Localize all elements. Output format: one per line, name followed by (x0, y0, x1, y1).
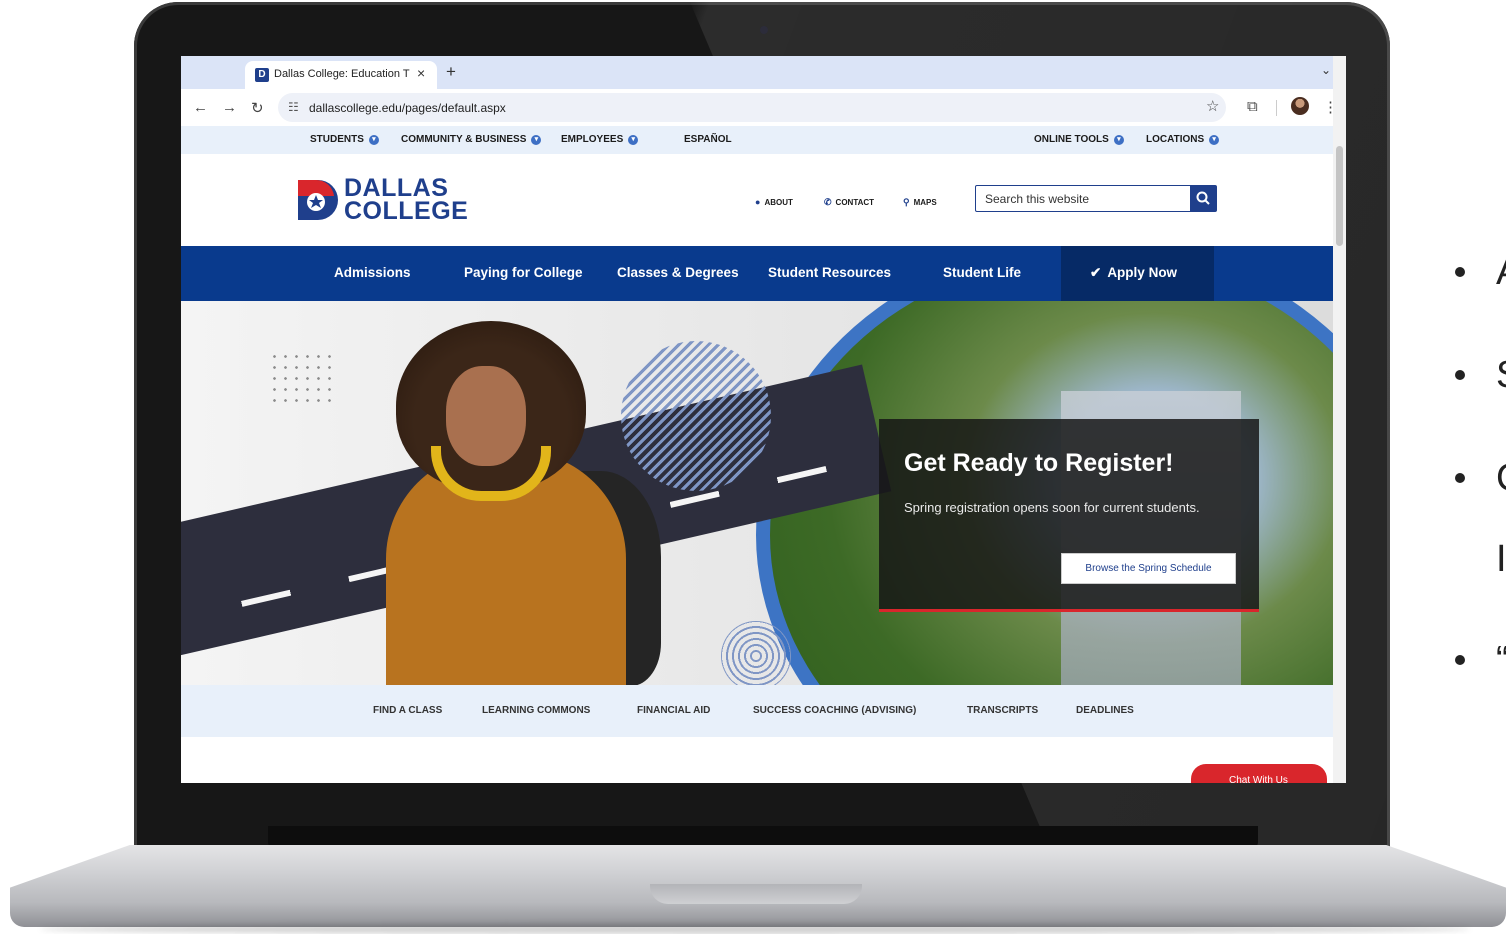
browser-tabstrip: D Dallas College: Education That Works ×… (181, 56, 1346, 89)
utility-label: EMPLOYEES (561, 134, 624, 145)
slide-bullet (1455, 655, 1465, 665)
chat-label: Chat With Us (1229, 775, 1288, 783)
info-icon: ● (755, 197, 761, 207)
apply-now-button[interactable]: ✔ Apply Now (1061, 246, 1214, 301)
laptop-notch (650, 884, 862, 904)
nav-student-resources[interactable]: Student Resources (768, 265, 891, 280)
utility-community-business[interactable]: COMMUNITY & BUSINESS ▾ (401, 134, 542, 145)
quick-link-deadlines[interactable]: DEADLINES (1076, 705, 1134, 716)
site-settings-icon[interactable]: ☷ (288, 100, 299, 114)
chevron-down-icon: ▾ (368, 135, 379, 145)
utility-espanol[interactable]: ESPAÑOL (684, 134, 732, 145)
header-link-label: ABOUT (764, 198, 793, 207)
chevron-down-icon: ▾ (1209, 135, 1220, 145)
chevron-down-icon: ▾ (628, 135, 639, 145)
chevron-down-icon: ▾ (531, 135, 542, 145)
utility-nav: STUDENTS ▾ COMMUNITY & BUSINESS ▾ EMPLOYEE… (181, 126, 1333, 154)
utility-employees[interactable]: EMPLOYEES ▾ (561, 134, 639, 145)
chat-with-us-button[interactable]: Chat With Us (1191, 764, 1327, 783)
bookmark-star-icon[interactable]: ☆ (1206, 97, 1219, 115)
utility-label: COMMUNITY & BUSINESS (401, 134, 527, 145)
utility-label: STUDENTS (310, 134, 364, 145)
apply-now-content: ✔ Apply Now (1090, 265, 1177, 281)
scrollbar-thumb[interactable] (1336, 146, 1343, 246)
dallas-college-logo-icon[interactable] (296, 178, 338, 222)
logo-wordmark[interactable]: DALLAS COLLEGE (344, 176, 469, 225)
toolbar-divider (1276, 100, 1277, 116)
quick-link-learning-commons[interactable]: LEARNING COMMONS (482, 705, 590, 716)
slide-bullet (1455, 473, 1465, 483)
utility-students[interactable]: STUDENTS ▾ (310, 134, 379, 145)
browser-toolbar: ← → ↻ ☷ dallascollege.edu/pages/default.… (181, 89, 1346, 126)
webcam (760, 26, 768, 34)
laptop-hinge (268, 826, 1258, 848)
slide-bullet (1455, 267, 1465, 277)
main-nav: Admissions Paying for College Classes & … (181, 246, 1333, 301)
laptop-shadow (40, 924, 1470, 934)
nav-student-life[interactable]: Student Life (943, 265, 1021, 280)
hero-banner: Get Ready to Register! Spring registrati… (181, 301, 1333, 685)
header-link-contact[interactable]: ✆ CONTACT (824, 197, 874, 208)
slide-bullet (1455, 370, 1465, 380)
nav-paying-for-college[interactable]: Paying for College (464, 265, 583, 280)
favicon-icon: D (255, 68, 269, 82)
utility-label: ONLINE TOOLS (1034, 134, 1109, 145)
search-input[interactable]: Search this website (975, 185, 1191, 212)
slide-bullet-text: A (1496, 253, 1506, 291)
search-button[interactable] (1190, 185, 1217, 212)
header-link-label: CONTACT (835, 198, 875, 207)
quick-link-find-a-class[interactable]: FIND A CLASS (373, 705, 442, 716)
slide-bullet-text: I (1496, 538, 1506, 580)
chevron-down-icon: ▾ (1113, 135, 1124, 145)
laptop-screen: D Dallas College: Education That Works ×… (181, 56, 1346, 783)
map-pin-icon: ⚲ (903, 197, 910, 207)
header-link-label: MAPS (913, 198, 937, 207)
phone-icon: ✆ (824, 197, 832, 207)
hero-promo-card: Get Ready to Register! Spring registrati… (879, 419, 1259, 612)
utility-label: LOCATIONS (1146, 134, 1205, 145)
dot-pattern (269, 351, 339, 407)
search-placeholder: Search this website (985, 192, 1090, 206)
url-text[interactable]: dallascollege.edu/pages/default.aspx (309, 101, 506, 115)
slide-bullet-text: C (1496, 459, 1506, 497)
check-circle-icon: ✔ (1090, 265, 1102, 280)
quick-link-financial-aid[interactable]: FINANCIAL AID (637, 705, 710, 716)
address-bar[interactable]: ☷ dallascollege.edu/pages/default.aspx (278, 93, 1226, 122)
tab-title: Dallas College: Education That Works (274, 68, 410, 80)
logo-line-2: COLLEGE (344, 197, 469, 225)
apply-now-label: Apply Now (1107, 265, 1178, 280)
header-link-maps[interactable]: ⚲ MAPS (903, 197, 937, 208)
extensions-icon[interactable]: ⧉ (1247, 98, 1258, 115)
ring-graphic (721, 621, 791, 685)
forward-arrow-icon[interactable]: → (222, 99, 237, 116)
utility-locations[interactable]: LOCATIONS ▾ (1146, 134, 1220, 145)
quick-link-success-coaching[interactable]: SUCCESS COACHING (ADVISING) (753, 705, 916, 716)
close-icon[interactable]: × (417, 65, 425, 81)
nav-admissions[interactable]: Admissions (334, 265, 411, 280)
slide-bullet-text: S (1496, 356, 1506, 394)
slide-bullet-text: “ (1496, 641, 1506, 679)
hero-body: Spring registration opens soon for curre… (904, 500, 1200, 515)
nav-classes-degrees[interactable]: Classes & Degrees (617, 265, 739, 280)
utility-label: ESPAÑOL (684, 134, 732, 145)
back-arrow-icon[interactable]: ← (193, 99, 208, 116)
utility-online-tools[interactable]: ONLINE TOOLS ▾ (1034, 134, 1124, 145)
hero-title: Get Ready to Register! (904, 449, 1174, 477)
reload-icon[interactable]: ↻ (251, 99, 264, 117)
browse-spring-schedule-button[interactable]: Browse the Spring Schedule (1061, 553, 1236, 584)
new-tab-button[interactable]: + (446, 62, 456, 82)
striped-circle-graphic (621, 341, 771, 491)
quick-links-bar: FIND A CLASS LEARNING COMMONS FINANCIAL … (181, 685, 1333, 737)
browser-tab[interactable]: D Dallas College: Education That Works × (245, 61, 437, 89)
site-header: DALLAS COLLEGE ● ABOUT ✆ CONTACT ⚲ MAPS Sea… (181, 154, 1333, 246)
header-link-about[interactable]: ● ABOUT (755, 197, 793, 207)
profile-avatar[interactable] (1291, 97, 1309, 115)
quick-link-transcripts[interactable]: TRANSCRIPTS (967, 705, 1038, 716)
tab-search-chevron-icon[interactable]: ⌄ (1321, 63, 1331, 77)
